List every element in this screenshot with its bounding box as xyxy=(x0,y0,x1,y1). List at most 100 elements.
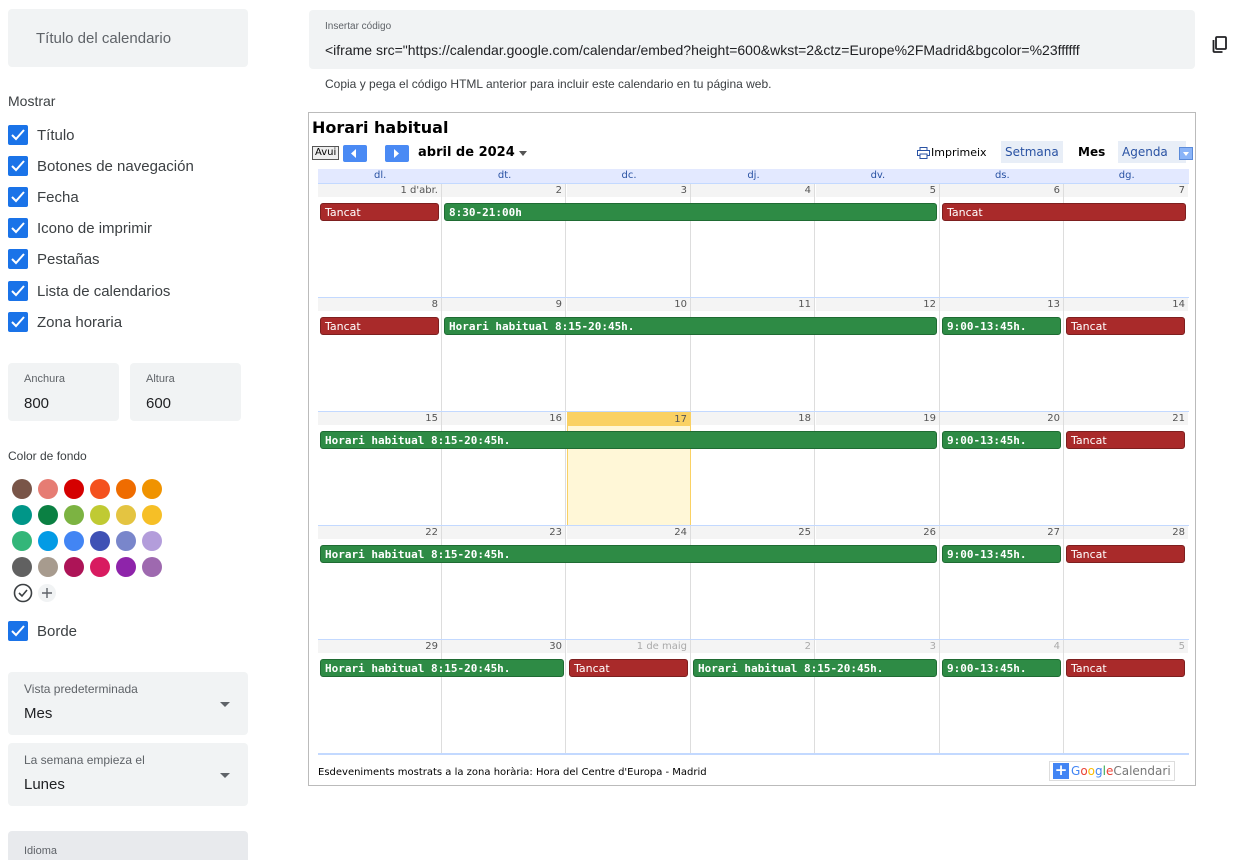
day-number[interactable]: 18 xyxy=(691,412,814,425)
color-swatch[interactable] xyxy=(64,557,84,577)
day-cell[interactable]: 25 xyxy=(691,526,815,640)
day-cell[interactable]: 3 xyxy=(816,640,940,754)
day-number[interactable]: 2 xyxy=(442,184,565,197)
day-cell[interactable]: 27 xyxy=(940,526,1064,640)
selected-check-icon[interactable] xyxy=(12,582,34,604)
week-start-select[interactable]: La semana empieza el Lunes xyxy=(8,743,248,806)
calendar-event[interactable]: Tancat xyxy=(569,659,688,677)
color-swatch[interactable] xyxy=(142,557,162,577)
day-cell[interactable]: 2 xyxy=(442,184,566,298)
calendar-event[interactable]: Tancat xyxy=(320,317,439,335)
day-cell[interactable]: 23 xyxy=(442,526,566,640)
color-swatch[interactable] xyxy=(12,505,32,525)
embed-code-field[interactable]: Insertar código <iframe src="https://cal… xyxy=(309,10,1195,69)
color-swatch[interactable] xyxy=(90,479,110,499)
show-checkbox-3[interactable]: Icono de imprimir xyxy=(8,217,152,239)
calendar-event[interactable]: Horari habitual 8:15-20:45h. xyxy=(320,545,937,563)
day-cell[interactable]: 29 xyxy=(318,640,442,754)
day-number[interactable]: 16 xyxy=(442,412,565,425)
day-number[interactable]: 6 xyxy=(940,184,1063,197)
calendar-event[interactable]: 9:00-13:45h. xyxy=(942,317,1061,335)
day-number[interactable]: 1 de maig xyxy=(567,640,690,653)
day-cell[interactable]: 30 xyxy=(442,640,566,754)
day-number[interactable]: 3 xyxy=(816,640,939,653)
day-number[interactable]: 21 xyxy=(1064,412,1188,425)
color-swatch[interactable] xyxy=(38,505,58,525)
color-swatch[interactable] xyxy=(12,479,32,499)
day-number[interactable]: 10 xyxy=(567,298,690,311)
day-number[interactable]: 26 xyxy=(816,526,939,539)
calendar-event[interactable]: 9:00-13:45h. xyxy=(942,545,1061,563)
day-cell[interactable]: 3 xyxy=(567,184,691,298)
color-swatch[interactable] xyxy=(116,557,136,577)
today-button[interactable]: Avui xyxy=(312,146,340,160)
color-swatch[interactable] xyxy=(12,557,32,577)
show-checkbox-2[interactable]: Fecha xyxy=(8,186,79,208)
day-cell[interactable]: 8 xyxy=(318,298,442,412)
day-number[interactable]: 25 xyxy=(691,526,814,539)
calendar-event[interactable]: 9:00-13:45h. xyxy=(942,659,1061,677)
tab-month[interactable]: Mes xyxy=(1074,141,1110,163)
color-swatch[interactable] xyxy=(38,557,58,577)
day-cell[interactable]: 17 xyxy=(567,412,691,526)
day-number[interactable]: 5 xyxy=(816,184,939,197)
day-cell[interactable]: 24 xyxy=(567,526,691,640)
day-number[interactable]: 22 xyxy=(318,526,441,539)
show-checkbox-4[interactable]: Pestañas xyxy=(8,248,100,270)
color-swatch[interactable] xyxy=(142,479,162,499)
print-button[interactable]: Imprimeix xyxy=(917,146,987,159)
day-number[interactable]: 7 xyxy=(1064,184,1188,197)
day-cell[interactable]: 11 xyxy=(691,298,815,412)
day-number[interactable]: 3 xyxy=(567,184,690,197)
calendar-event[interactable]: Tancat xyxy=(320,203,439,221)
day-cell[interactable]: 16 xyxy=(442,412,566,526)
day-number[interactable]: 20 xyxy=(940,412,1063,425)
day-cell[interactable]: 1 d'abr. xyxy=(318,184,442,298)
day-cell[interactable]: 4 xyxy=(940,640,1064,754)
day-cell[interactable]: 20 xyxy=(940,412,1064,526)
day-cell[interactable]: 26 xyxy=(816,526,940,640)
color-swatch[interactable] xyxy=(116,531,136,551)
tab-agenda[interactable]: Agenda xyxy=(1118,141,1186,163)
day-number[interactable]: 14 xyxy=(1064,298,1188,311)
color-swatch[interactable] xyxy=(142,531,162,551)
day-cell[interactable]: 10 xyxy=(567,298,691,412)
calendar-event[interactable]: 9:00-13:45h. xyxy=(942,431,1061,449)
day-number[interactable]: 24 xyxy=(567,526,690,539)
copy-icon[interactable] xyxy=(1212,36,1228,54)
day-number[interactable]: 4 xyxy=(691,184,814,197)
width-field[interactable]: Anchura 800 xyxy=(8,363,119,421)
height-field[interactable]: Altura 600 xyxy=(130,363,241,421)
color-swatch[interactable] xyxy=(116,479,136,499)
day-number[interactable]: 4 xyxy=(940,640,1063,653)
add-color-icon[interactable] xyxy=(36,582,58,604)
color-swatch[interactable] xyxy=(64,505,84,525)
day-cell[interactable]: 14 xyxy=(1064,298,1188,412)
calendar-title-field[interactable]: Título del calendario xyxy=(8,9,248,67)
day-number[interactable]: 13 xyxy=(940,298,1063,311)
color-swatch[interactable] xyxy=(90,531,110,551)
day-number[interactable]: 19 xyxy=(816,412,939,425)
calendar-event[interactable]: Tancat xyxy=(1066,659,1185,677)
show-checkbox-1[interactable]: Botones de navegación xyxy=(8,155,194,177)
day-number[interactable]: 2 xyxy=(691,640,814,653)
calendar-list-dropdown-icon[interactable] xyxy=(1179,147,1193,160)
prev-month-button[interactable] xyxy=(343,145,367,162)
embed-code-text[interactable]: <iframe src="https://calendar.google.com… xyxy=(325,42,1080,58)
show-checkbox-6[interactable]: Zona horaria xyxy=(8,311,122,333)
day-number[interactable]: 11 xyxy=(691,298,814,311)
day-number[interactable]: 15 xyxy=(318,412,441,425)
day-cell[interactable]: 5 xyxy=(1064,640,1188,754)
day-number[interactable]: 27 xyxy=(940,526,1063,539)
day-cell[interactable]: 19 xyxy=(816,412,940,526)
day-number[interactable]: 12 xyxy=(816,298,939,311)
calendar-event[interactable]: 8:30-21:00h xyxy=(444,203,937,221)
day-cell[interactable]: 28 xyxy=(1064,526,1188,640)
next-month-button[interactable] xyxy=(385,145,409,162)
calendar-event[interactable]: Horari habitual 8:15-20:45h. xyxy=(320,659,564,677)
day-cell[interactable]: 15 xyxy=(318,412,442,526)
color-swatch[interactable] xyxy=(116,505,136,525)
calendar-event[interactable]: Tancat xyxy=(1066,545,1185,563)
calendar-event[interactable]: Horari habitual 8:15-20:45h. xyxy=(444,317,937,335)
day-cell[interactable]: 18 xyxy=(691,412,815,526)
